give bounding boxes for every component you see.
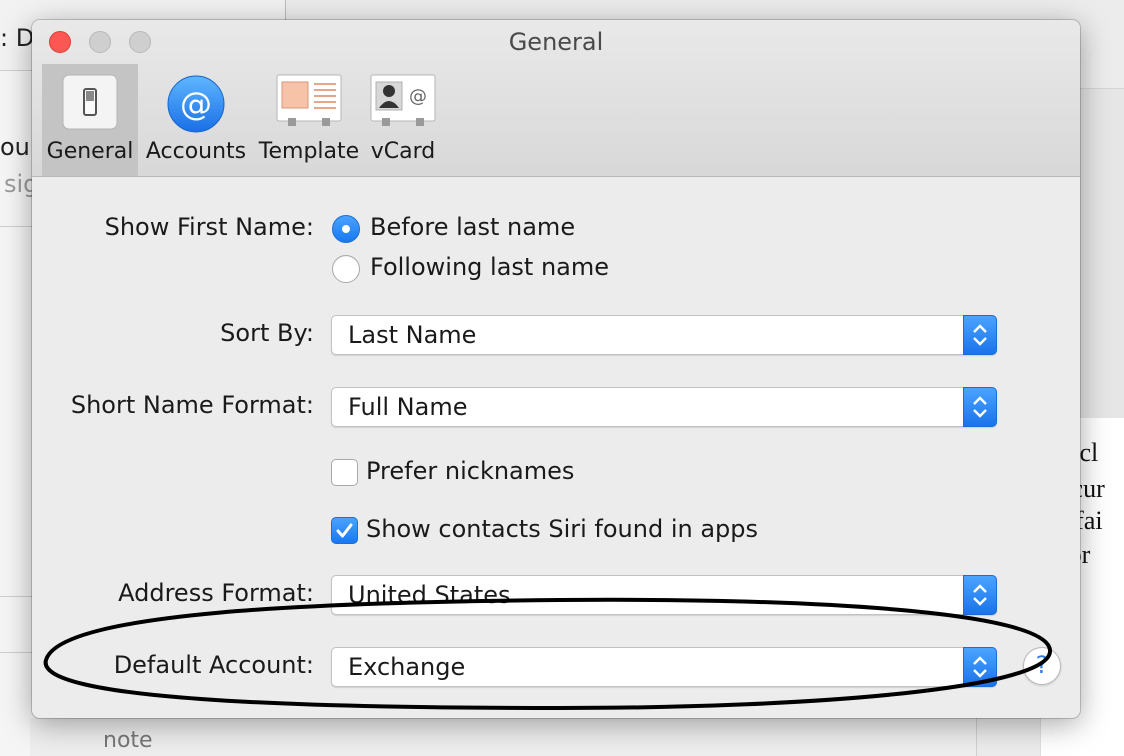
radio-label: Following last name	[370, 253, 610, 281]
popup-value: Last Name	[348, 321, 477, 349]
popup-value: Exchange	[348, 653, 466, 681]
sort-by-popup[interactable]: Last Name	[331, 315, 997, 355]
switch-icon	[62, 74, 118, 134]
chevron-up-down-icon	[963, 387, 997, 427]
tab-label: General	[46, 139, 134, 164]
address-format-label: Address Format:	[118, 579, 314, 607]
window-toolbar: General General @ Accounts Template @ vC…	[32, 20, 1080, 177]
tab-label: vCard	[370, 139, 436, 164]
template-card-icon	[276, 74, 342, 134]
radio-label: Before last name	[370, 213, 576, 241]
background-window-bottom	[30, 718, 977, 756]
popup-value: Full Name	[348, 393, 468, 421]
short-name-format-popup[interactable]: Full Name	[331, 387, 997, 427]
default-account-popup[interactable]: Exchange	[331, 647, 997, 687]
background-note-label: note	[103, 728, 153, 753]
tab-vcard[interactable]: @ vCard	[366, 64, 440, 176]
chevron-up-down-icon	[963, 647, 997, 687]
question-mark-icon: ?	[1035, 651, 1049, 679]
svg-text:@: @	[180, 85, 212, 123]
short-name-format-label: Short Name Format:	[70, 391, 314, 419]
radio-before-last-name[interactable]	[332, 215, 360, 243]
address-format-popup[interactable]: United States	[331, 575, 997, 615]
radio-following-last-name[interactable]	[332, 255, 360, 283]
default-account-label: Default Account:	[113, 651, 314, 679]
preferences-window: General General @ Accounts Template @ vC…	[32, 20, 1080, 718]
checkmark-icon	[336, 523, 353, 538]
popup-value: United States	[348, 581, 511, 609]
chevron-up-down-icon	[963, 315, 997, 355]
tab-general[interactable]: General	[42, 64, 138, 176]
sort-by-label: Sort By:	[220, 319, 314, 347]
tab-accounts[interactable]: @ Accounts	[144, 64, 248, 176]
siri-contacts-label: Show contacts Siri found in apps	[366, 515, 759, 543]
siri-contacts-checkbox[interactable]	[331, 517, 358, 544]
window-title: General	[508, 28, 604, 56]
prefer-nicknames-checkbox[interactable]	[331, 459, 358, 486]
at-sign-icon: @	[166, 74, 226, 138]
tab-label: Template	[258, 139, 360, 164]
background-divider	[285, 0, 286, 20]
background-window-right	[1078, 88, 1124, 419]
background-text-fragment: : D	[0, 24, 35, 52]
show-first-name-label: Show First Name:	[104, 213, 314, 241]
chevron-up-down-icon	[963, 575, 997, 615]
tab-template[interactable]: Template	[258, 64, 360, 176]
tab-label: Accounts	[145, 139, 247, 164]
prefer-nicknames-label: Prefer nicknames	[366, 457, 575, 485]
help-button[interactable]: ?	[1023, 647, 1061, 685]
vcard-icon: @	[370, 74, 436, 134]
svg-text:@: @	[409, 86, 427, 107]
